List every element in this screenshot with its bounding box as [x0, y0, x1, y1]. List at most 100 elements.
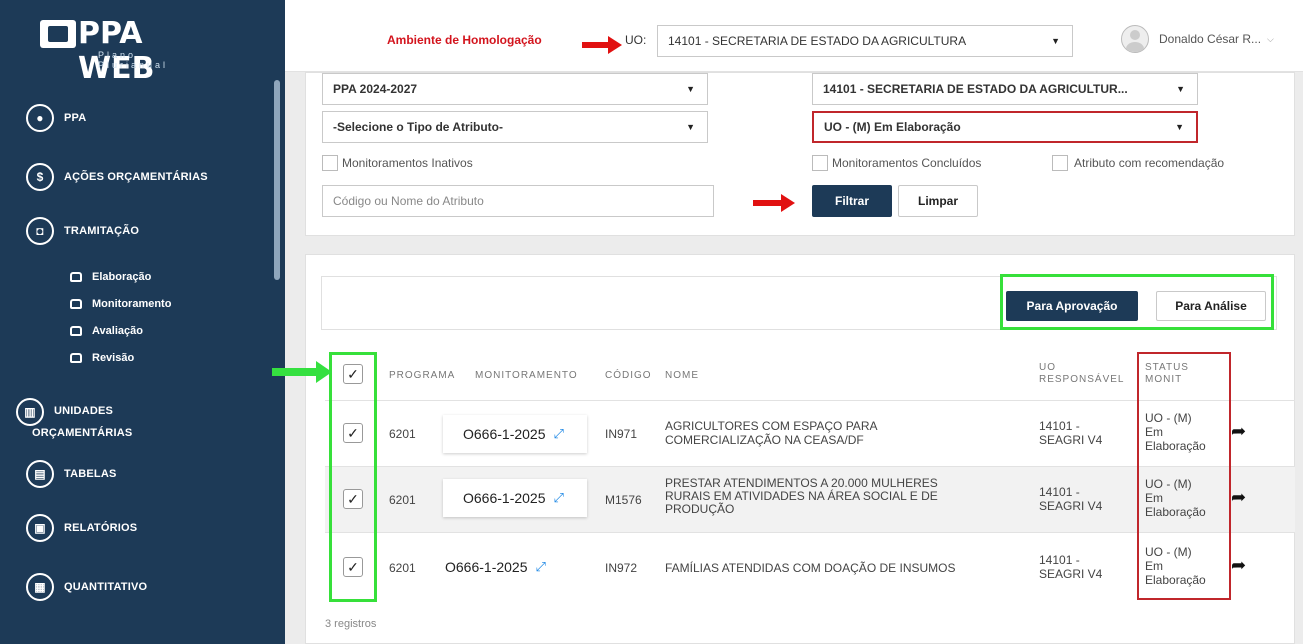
sidebar-subitem-label: Avaliação: [92, 325, 143, 337]
caret-down-icon: ▼: [686, 84, 695, 94]
green-highlight-checkboxes: [329, 352, 377, 602]
search-input[interactable]: Código ou Nome do Atributo: [322, 185, 714, 217]
user-menu[interactable]: Donaldo César R... ⌵: [1121, 25, 1274, 53]
logo-subtitle: Plano Plurianual: [98, 50, 169, 70]
checkbox[interactable]: [322, 155, 338, 171]
expand-icon[interactable]: ⤢: [536, 559, 546, 575]
sidebar-subitem-avaliacao[interactable]: Avaliação: [70, 325, 143, 337]
uo-label: UO:: [625, 33, 647, 47]
ppa-select[interactable]: PPA 2024-2027 ▼: [322, 73, 708, 105]
sidebar-scrollbar[interactable]: [274, 80, 280, 280]
sidebar-item-ppa[interactable]: ● PPA: [26, 104, 86, 132]
cell-uo: 14101 - SEAGRI V4: [1039, 419, 1103, 447]
uo-select-value: 14101 - SECRETARIA DE ESTADO DA AGRICULT…: [668, 34, 967, 48]
forward-icon[interactable]: ➦: [1231, 421, 1246, 442]
inbox-icon: [70, 299, 82, 309]
green-highlight-actions: [1000, 274, 1274, 330]
filtrar-button[interactable]: Filtrar: [812, 185, 892, 217]
inbox-icon: [70, 353, 82, 363]
uo-select[interactable]: 14101 - SECRETARIA DE ESTADO DA AGRICULT…: [657, 25, 1073, 57]
unidade-select[interactable]: 14101 - SECRETARIA DE ESTADO DA AGRICULT…: [812, 73, 1198, 105]
cell-nome: AGRICULTORES COM ESPAÇO PARA COMERCIALIZ…: [665, 419, 877, 447]
tipo-atributo-value: -Selecione o Tipo de Atributo-: [333, 120, 504, 134]
sidebar-item-relatorios[interactable]: ▣ Relatórios: [26, 514, 137, 542]
cell-programa: 6201: [389, 493, 416, 507]
monitoramento-chip[interactable]: O666-1-2025 ⤢: [443, 479, 587, 517]
dollar-icon: $: [26, 163, 54, 191]
tramitacao-icon: ◘: [26, 217, 54, 245]
ppa-icon: ●: [26, 104, 54, 132]
red-highlight-status: [1137, 352, 1231, 600]
tipo-atributo-select[interactable]: -Selecione o Tipo de Atributo- ▼: [322, 111, 708, 143]
cell-programa: 6201: [389, 561, 416, 575]
col-programa: PROGRAMA: [389, 370, 456, 381]
chk-concluidos[interactable]: Monitoramentos Concluídos: [812, 155, 981, 171]
cell-uo: 14101 - SEAGRI V4: [1039, 485, 1103, 513]
logo-icon: [40, 20, 76, 48]
environment-label: Ambiente de Homologação: [387, 33, 542, 47]
sidebar-subitem-revisao[interactable]: Revisão: [70, 352, 134, 364]
chk-recomendacao[interactable]: Atributo com recomendação: [1052, 155, 1224, 171]
sidebar-subitem-label: Monitoramento: [92, 298, 172, 310]
chart-icon: ▦: [26, 573, 54, 601]
expand-icon[interactable]: ⤢: [554, 426, 564, 442]
monitoramento-code: O666-1-2025: [445, 559, 528, 575]
sidebar-item-tramitacao[interactable]: ◘ Tramitação: [26, 217, 139, 245]
sidebar-subitem-monitoramento[interactable]: Monitoramento: [70, 298, 171, 310]
chk-recomendacao-label: Atributo com recomendação: [1074, 156, 1225, 170]
cell-codigo: M1576: [605, 493, 642, 507]
user-name: Donaldo César R...: [1159, 32, 1262, 46]
app-logo[interactable]: PPA WEB Plano Plurianual: [40, 14, 200, 86]
cell-programa: 6201: [389, 427, 416, 441]
caret-down-icon: ▼: [686, 122, 695, 132]
caret-down-icon: ▼: [1175, 122, 1184, 132]
sidebar-item-acoes-orcamentarias[interactable]: $ Ações Orçamentárias: [26, 163, 208, 191]
sidebar-item-label: Ações Orçamentárias: [64, 171, 208, 183]
sidebar-item-quantitativo[interactable]: ▦ Quantitativo: [26, 573, 147, 601]
sidebar-item-label: Quantitativo: [64, 581, 148, 593]
cell-uo: 14101 - SEAGRI V4: [1039, 553, 1103, 581]
monitoramento-code: O666-1-2025: [463, 426, 546, 442]
report-icon: ▣: [26, 514, 54, 542]
checkbox[interactable]: [1052, 155, 1068, 171]
col-monitoramento: MONITORAMENTO: [475, 370, 578, 381]
red-arrow-icon: [753, 194, 795, 212]
sidebar-item-label: PPA: [64, 112, 87, 124]
sidebar-subitem-label: Revisão: [92, 352, 135, 364]
col-uo-responsavel: UO RESPONSÁVEL: [1039, 362, 1125, 385]
forward-icon[interactable]: ➦: [1231, 487, 1246, 508]
avatar: [1121, 25, 1149, 53]
monitoramento-chip[interactable]: O666-1-2025 ⤢: [425, 543, 589, 591]
table-icon: ▤: [26, 460, 54, 488]
sidebar-subitem-label: Elaboração: [92, 271, 152, 283]
inbox-icon: [70, 272, 82, 282]
search-placeholder: Código ou Nome do Atributo: [333, 194, 484, 208]
sidebar-item-label: Tabelas: [64, 468, 117, 480]
chk-inativos-label: Monitoramentos Inativos: [342, 156, 473, 170]
records-count: 3 registros: [325, 618, 377, 630]
cell-nome: FAMÍLIAS ATENDIDAS COM DOAÇÃO DE INSUMOS: [665, 561, 956, 575]
sidebar-item-unidades-orcamentarias[interactable]: ▥ Unidades Orçamentárias: [16, 398, 256, 444]
chk-inativos[interactable]: Monitoramentos Inativos: [322, 155, 473, 171]
unidade-select-value: 14101 - SECRETARIA DE ESTADO DA AGRICULT…: [823, 82, 1128, 96]
cell-codigo: IN972: [605, 561, 638, 575]
checkbox[interactable]: [812, 155, 828, 171]
forward-icon[interactable]: ➦: [1231, 555, 1246, 576]
col-nome: NOME: [665, 370, 699, 381]
sidebar-item-tabelas[interactable]: ▤ Tabelas: [26, 460, 117, 488]
chk-concluidos-label: Monitoramentos Concluídos: [832, 156, 982, 170]
caret-down-icon: ▼: [1176, 84, 1185, 94]
expand-icon[interactable]: ⤢: [554, 490, 564, 506]
filter-panel: PPA 2024-2027 ▼ 14101 - SECRETARIA DE ES…: [305, 72, 1295, 236]
sidebar-item-label: Tramitação: [64, 225, 140, 237]
caret-down-icon: ▼: [1051, 36, 1060, 46]
inbox-icon: [70, 326, 82, 336]
limpar-button[interactable]: Limpar: [898, 185, 978, 217]
status-select[interactable]: UO - (M) Em Elaboração ▼: [812, 111, 1198, 143]
monitoramento-chip[interactable]: O666-1-2025 ⤢: [443, 415, 587, 453]
green-arrow-icon: [272, 361, 332, 383]
cell-codigo: IN971: [605, 427, 638, 441]
sidebar-subitem-elaboracao[interactable]: Elaboração: [70, 271, 151, 283]
cell-nome: PRESTAR ATENDIMENTOS A 20.000 MULHERES R…: [665, 476, 938, 516]
status-select-value: UO - (M) Em Elaboração: [824, 120, 961, 134]
